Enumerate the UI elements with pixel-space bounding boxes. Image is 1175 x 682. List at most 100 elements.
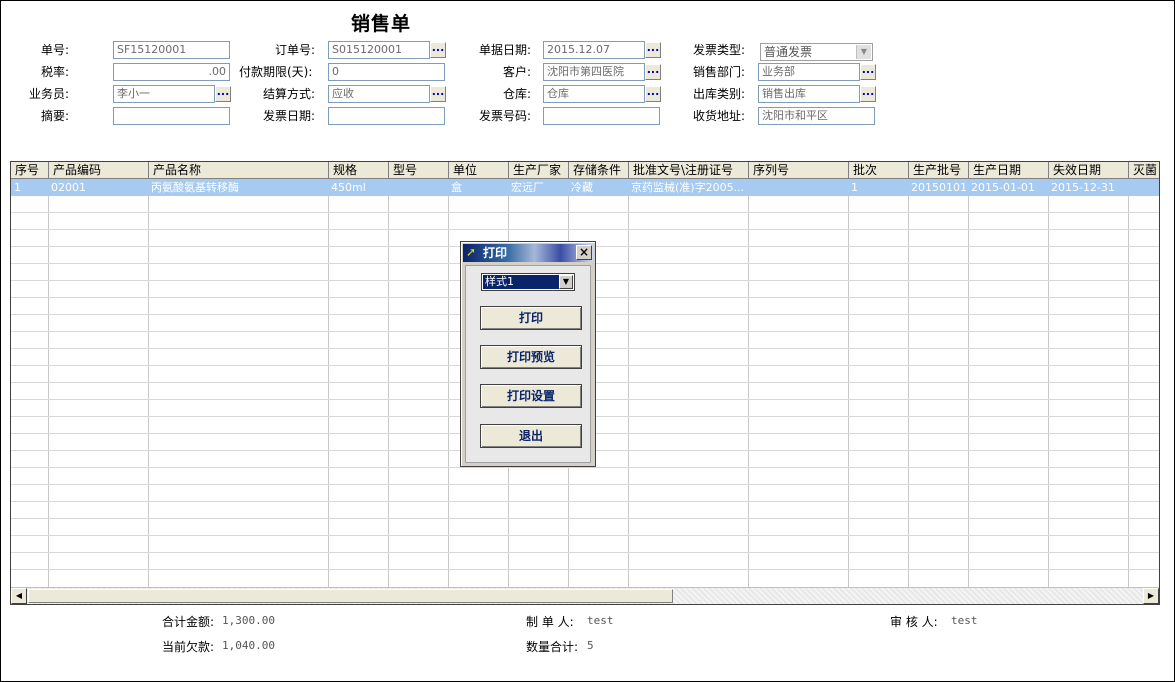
- settle-lookup-button[interactable]: ...: [430, 86, 446, 102]
- cell-model[interactable]: [388, 179, 448, 196]
- cell-approval[interactable]: 京药监械(准)字2005...: [628, 179, 748, 196]
- printer-icon: ➚: [466, 245, 477, 259]
- cell-exp-date[interactable]: 2015-12-31: [1048, 179, 1128, 196]
- po-no-field[interactable]: S015120001: [328, 41, 430, 59]
- col-header-exp-date[interactable]: 失效日期: [1049, 162, 1129, 178]
- reviewer-value: test: [951, 614, 978, 627]
- pay-term-field[interactable]: 0: [328, 63, 445, 81]
- cell-name[interactable]: 丙氨酸氨基转移酶: [148, 179, 328, 196]
- reviewer-label: 审 核 人:: [890, 615, 938, 629]
- col-header-batch[interactable]: 批次: [849, 162, 909, 178]
- tax-rate-label: 税率:: [41, 65, 70, 79]
- warehouse-field[interactable]: 仓库: [543, 85, 645, 103]
- qty-label: 数量合计:: [526, 640, 579, 654]
- out-type-field[interactable]: 销售出库: [758, 85, 860, 103]
- summary-label: 摘要:: [41, 109, 70, 123]
- scrollbar-thumb[interactable]: [28, 589, 673, 603]
- salesman-label: 业务员:: [29, 87, 70, 101]
- col-header-lot[interactable]: 生产批号: [909, 162, 969, 178]
- print-preview-button[interactable]: 打印预览: [480, 345, 582, 369]
- maker-label: 制 单 人:: [526, 615, 574, 629]
- cell-batch[interactable]: 1: [848, 179, 908, 196]
- print-style-value: 样式1: [483, 275, 559, 289]
- order-no-label: 单号:: [41, 43, 70, 57]
- ship-addr-field[interactable]: 沈阳市和平区: [758, 107, 875, 125]
- col-header-maker[interactable]: 生产厂家: [509, 162, 569, 178]
- tax-rate-field[interactable]: .00: [113, 63, 230, 81]
- chevron-down-icon[interactable]: ▼: [559, 275, 573, 289]
- print-style-select[interactable]: 样式1 ▼: [481, 273, 575, 291]
- col-header-name[interactable]: 产品名称: [149, 162, 329, 178]
- summary-field[interactable]: [113, 107, 230, 125]
- warehouse-lookup-button[interactable]: ...: [645, 86, 661, 102]
- ship-addr-label: 收货地址:: [693, 109, 746, 123]
- print-dialog-titlebar[interactable]: ➚ 打印 ×: [463, 244, 593, 262]
- salesman-field[interactable]: 李小一: [113, 85, 215, 103]
- cell-seq[interactable]: 1: [11, 179, 48, 196]
- pay-term-label: 付款期限(天):: [239, 65, 313, 79]
- col-header-approval[interactable]: 批准文号\注册证号: [629, 162, 749, 178]
- chevron-down-icon: ▼: [856, 45, 871, 59]
- cell-unit[interactable]: 盒: [448, 179, 508, 196]
- sales-dept-field[interactable]: 业务部: [758, 63, 860, 81]
- horizontal-scrollbar[interactable]: ◀ ▶: [11, 587, 1159, 604]
- customer-field[interactable]: 沈阳市第四医院: [543, 63, 645, 81]
- doc-date-picker-button[interactable]: ...: [645, 42, 661, 58]
- invoice-date-field[interactable]: [328, 107, 445, 125]
- invoice-no-field[interactable]: [543, 107, 660, 125]
- col-header-unit[interactable]: 单位: [449, 162, 509, 178]
- scroll-right-icon[interactable]: ▶: [1143, 588, 1159, 604]
- close-icon[interactable]: ×: [576, 245, 592, 260]
- qty-value: 5: [587, 639, 594, 652]
- exit-button[interactable]: 退出: [480, 424, 582, 448]
- owed-value: 1,040.00: [222, 639, 275, 652]
- sales-dept-lookup-button[interactable]: ...: [860, 64, 876, 80]
- out-type-lookup-button[interactable]: ...: [860, 86, 876, 102]
- cell-storage[interactable]: 冷藏: [568, 179, 628, 196]
- col-header-spec[interactable]: 规格: [329, 162, 389, 178]
- col-header-storage[interactable]: 存储条件: [569, 162, 629, 178]
- col-header-mfg-date[interactable]: 生产日期: [969, 162, 1049, 178]
- col-header-code[interactable]: 产品编码: [49, 162, 149, 178]
- cell-lot[interactable]: 20150101: [908, 179, 968, 196]
- invoice-type-select[interactable]: 普通发票 ▼: [760, 43, 873, 61]
- cell-serial[interactable]: [748, 179, 848, 196]
- print-dialog-body: 样式1 ▼ 打印 打印预览 打印设置 退出: [465, 265, 591, 463]
- cell-spec[interactable]: 450ml: [328, 179, 388, 196]
- sales-dept-label: 销售部门:: [693, 65, 746, 79]
- cell-code[interactable]: 02001: [48, 179, 148, 196]
- print-dialog: ➚ 打印 × 样式1 ▼ 打印 打印预览 打印设置 退出: [460, 241, 596, 467]
- print-button[interactable]: 打印: [480, 306, 582, 330]
- sales-form-window: 销售单 单号: SF15120001 订单号: S015120001 ... 单…: [0, 0, 1175, 682]
- total-amount-value: 1,300.00: [222, 614, 275, 627]
- order-no-field[interactable]: SF15120001: [113, 41, 230, 59]
- col-header-model[interactable]: 型号: [389, 162, 449, 178]
- invoice-type-label: 发票类型:: [693, 43, 746, 57]
- po-no-lookup-button[interactable]: ...: [430, 42, 446, 58]
- col-header-sterile[interactable]: 灭菌: [1129, 162, 1159, 178]
- print-dialog-title: 打印: [483, 246, 508, 260]
- print-setup-button[interactable]: 打印设置: [480, 384, 582, 408]
- customer-lookup-button[interactable]: ...: [645, 64, 661, 80]
- col-header-seq[interactable]: 序号: [11, 162, 49, 178]
- cell-sterile[interactable]: [1128, 179, 1159, 196]
- col-header-serial[interactable]: 序列号: [749, 162, 849, 178]
- customer-label: 客户:: [503, 65, 532, 79]
- po-no-label: 订单号:: [275, 43, 316, 57]
- grid-header: 序号 产品编码 产品名称 规格 型号 单位 生产厂家 存储条件 批准文号\注册证…: [11, 162, 1159, 179]
- doc-date-label: 单据日期:: [479, 43, 532, 57]
- salesman-lookup-button[interactable]: ...: [215, 86, 231, 102]
- out-type-label: 出库类别:: [693, 87, 746, 101]
- scroll-left-icon[interactable]: ◀: [11, 588, 27, 604]
- total-amount-label: 合计金额:: [162, 615, 215, 629]
- invoice-no-label: 发票号码:: [479, 109, 532, 123]
- owed-label: 当前欠款:: [162, 640, 215, 654]
- doc-date-field[interactable]: 2015.12.07: [543, 41, 645, 59]
- cell-maker[interactable]: 宏远厂: [508, 179, 568, 196]
- maker-value: test: [587, 614, 614, 627]
- warehouse-label: 仓库:: [503, 87, 532, 101]
- settle-label: 结算方式:: [263, 87, 316, 101]
- table-row[interactable]: 1 02001 丙氨酸氨基转移酶 450ml 盒 宏远厂 冷藏 京药监械(准)字…: [11, 179, 1159, 196]
- cell-mfg-date[interactable]: 2015-01-01: [968, 179, 1048, 196]
- settle-field[interactable]: 应收: [328, 85, 430, 103]
